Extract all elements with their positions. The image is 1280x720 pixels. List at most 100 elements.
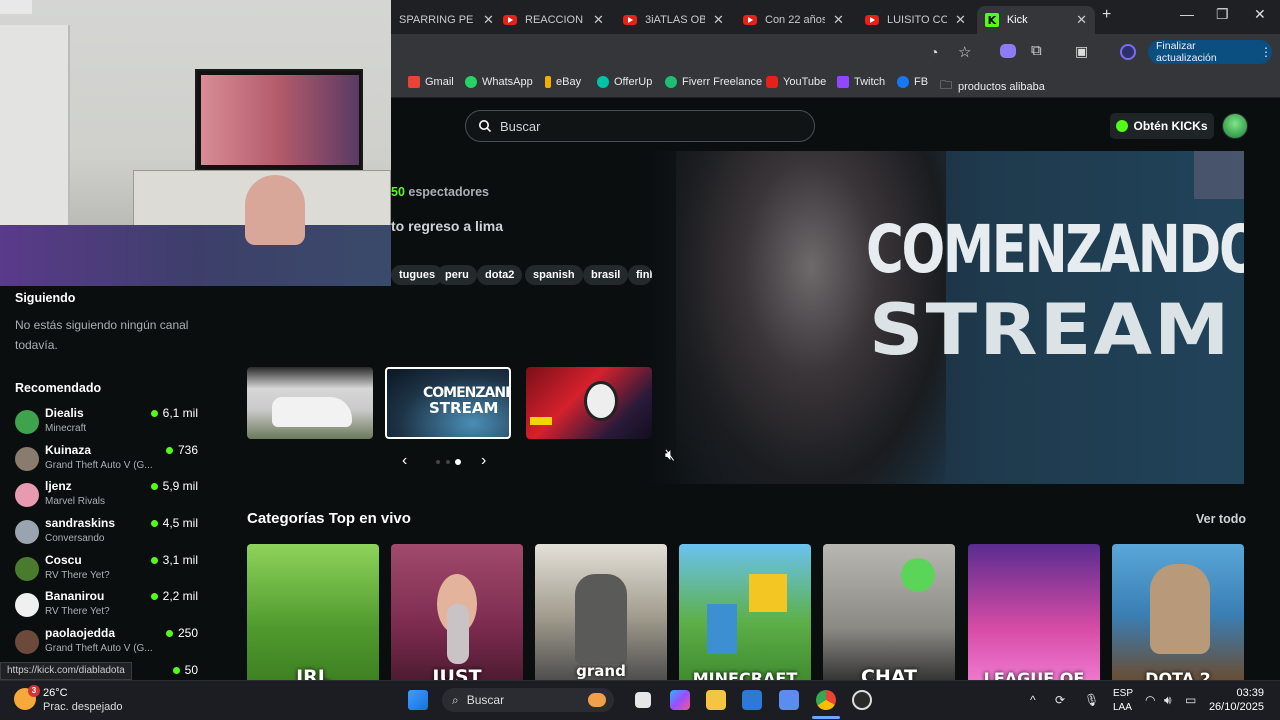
bookmark-label: FB: [914, 76, 929, 88]
live-dot-icon: [165, 630, 173, 638]
bookmark-fiverr[interactable]: Fiverr Freelance: [665, 76, 762, 88]
notepad-icon[interactable]: [779, 690, 799, 710]
puzzle-icon[interactable]: ⧉: [1031, 42, 1042, 59]
featured-stream[interactable]: COMENZANDO STREAM 🔇︎: [391, 151, 1244, 484]
recommended-channel[interactable]: Diealis Minecraft 6,1 mil: [15, 406, 215, 442]
language-secondary[interactable]: LAA: [1113, 702, 1132, 713]
carousel-thumbnail[interactable]: [526, 367, 652, 439]
search-highlight-icon: [588, 693, 606, 707]
category-card[interactable]: JUST: [391, 544, 523, 684]
language-primary[interactable]: ESP: [1113, 688, 1133, 699]
bookmark-label: OfferUp: [614, 76, 653, 88]
tag-chip[interactable]: finl: [628, 265, 652, 285]
chrome-icon[interactable]: [816, 690, 836, 710]
tab-title: REACCION a: [525, 14, 585, 26]
close-tab-icon[interactable]: ✕: [833, 12, 844, 28]
bookmark-twitch[interactable]: Twitch: [837, 76, 885, 88]
search-input[interactable]: Buscar: [465, 110, 815, 142]
sync-icon[interactable]: ⟳: [1055, 693, 1065, 707]
mute-icon[interactable]: 🔇︎: [665, 447, 675, 465]
windows-start-icon[interactable]: [408, 690, 428, 710]
taskbar-search[interactable]: ⌕ Buscar: [442, 688, 614, 712]
browser-tab[interactable]: REACCION a ✕: [495, 6, 615, 34]
tag-chip[interactable]: peru: [437, 265, 477, 285]
recommended-channel[interactable]: sandraskins Conversando 4,5 mil: [15, 516, 215, 552]
maximize-icon[interactable]: ❐: [1216, 6, 1229, 23]
app-icon[interactable]: [852, 690, 872, 710]
minimize-icon[interactable]: —: [1180, 6, 1194, 22]
close-window-icon[interactable]: ✕: [1254, 6, 1266, 23]
carousel-prev-icon[interactable]: ‹: [402, 452, 407, 470]
more-menu-icon[interactable]: ⋮: [1260, 45, 1272, 59]
bookmark-youtube[interactable]: YouTube: [766, 76, 826, 88]
green-ball-image: [901, 558, 935, 592]
carousel-dot-active[interactable]: [455, 459, 461, 465]
tag-chip[interactable]: spanish: [525, 265, 583, 285]
close-tab-icon[interactable]: ✕: [1076, 12, 1087, 28]
user-avatar[interactable]: [1222, 113, 1248, 139]
category-card[interactable]: IRL: [247, 544, 379, 684]
bookmark-offerup[interactable]: OfferUp: [597, 76, 652, 88]
extension-icon[interactable]: [1000, 44, 1016, 58]
copilot-icon[interactable]: [670, 690, 690, 710]
viewer-count-text: 250: [177, 626, 198, 640]
side-panel-icon[interactable]: ▣: [1075, 43, 1088, 60]
carousel-thumbnail[interactable]: [247, 367, 373, 439]
kick-icon: K: [985, 13, 999, 27]
recommended-channel[interactable]: paolaojedda Grand Theft Auto V (G... 250: [15, 626, 215, 662]
clock-date[interactable]: 26/10/2025: [1200, 701, 1264, 713]
see-all-link[interactable]: Ver todo: [1196, 512, 1246, 526]
carousel-dot[interactable]: [436, 460, 440, 464]
chevron-up-icon[interactable]: ^: [1030, 693, 1036, 707]
performance-icon[interactable]: ◔: [930, 44, 938, 60]
bookmark-folder[interactable]: 🗀 productos alibaba: [940, 76, 1045, 97]
battery-icon[interactable]: ▭: [1185, 693, 1196, 707]
close-tab-icon[interactable]: ✕: [955, 12, 966, 28]
search-icon: [479, 120, 492, 133]
task-view-icon[interactable]: [635, 692, 651, 708]
file-explorer-icon[interactable]: [706, 690, 726, 710]
recommended-channel[interactable]: Bananirou RV There Yet? 2,2 mil: [15, 589, 215, 625]
thumb-title: STREAM: [429, 399, 499, 417]
bookmark-whatsapp[interactable]: WhatsApp: [465, 76, 533, 88]
browser-tab[interactable]: 3iATLAS OBLI ✕: [615, 6, 735, 34]
store-icon[interactable]: [742, 690, 762, 710]
bookmark-fb[interactable]: FB: [897, 76, 928, 88]
tag-chip[interactable]: dota2: [477, 265, 523, 285]
temperature-text: 26°C: [43, 687, 68, 699]
close-tab-icon[interactable]: ✕: [713, 12, 724, 28]
clock-time[interactable]: 03:39: [1210, 687, 1264, 699]
new-tab-icon[interactable]: +: [1102, 6, 1111, 24]
wifi-icon[interactable]: ◠: [1145, 693, 1155, 707]
bookmark-star-icon[interactable]: ☆: [958, 43, 971, 61]
category-card[interactable]: CHAT: [823, 544, 955, 684]
update-button[interactable]: Finalizar actualización ⋮: [1148, 40, 1272, 64]
volume-icon[interactable]: 🔊︎: [1164, 693, 1172, 708]
carousel-dot[interactable]: [446, 460, 450, 464]
tag-chip[interactable]: tugues: [391, 265, 444, 285]
recommended-channel[interactable]: Kuinaza Grand Theft Auto V (G... 736: [15, 443, 215, 479]
category-card[interactable]: MINECRAFT: [679, 544, 811, 684]
carousel-next-icon[interactable]: ›: [481, 452, 486, 470]
category-card[interactable]: DOTA 2: [1112, 544, 1244, 684]
carousel-thumbnail-active[interactable]: COMENZANDO STREAM: [385, 367, 511, 439]
browser-tab-active[interactable]: K Kick ✕: [977, 6, 1095, 34]
browser-tab[interactable]: Con 22 años ✕: [735, 6, 855, 34]
microphone-icon[interactable]: 🎙︎: [1084, 693, 1099, 707]
bookmark-ebay[interactable]: eBay: [545, 76, 581, 88]
avatar: [15, 557, 39, 581]
bookmark-gmail[interactable]: Gmail: [408, 76, 454, 88]
recommended-channel[interactable]: ljenz Marvel Rivals 5,9 mil: [15, 479, 215, 515]
get-kicks-button[interactable]: Obtén KICKs: [1110, 113, 1214, 139]
browser-tab[interactable]: SPARRING PE ✕: [391, 6, 511, 34]
category-card[interactable]: LEAGUE OF: [968, 544, 1100, 684]
close-tab-icon[interactable]: ✕: [593, 12, 604, 28]
recommended-channel[interactable]: Coscu RV There Yet? 3,1 mil: [15, 553, 215, 589]
category-card[interactable]: grand: [535, 544, 667, 684]
channel-category: RV There Yet?: [45, 570, 110, 581]
profile-icon[interactable]: [1120, 44, 1136, 60]
tag-chip[interactable]: brasil: [583, 265, 629, 285]
browser-tab[interactable]: LUISITO COM ✕: [857, 6, 977, 34]
get-kicks-label: Obtén KICKs: [1133, 119, 1208, 133]
close-tab-icon[interactable]: ✕: [483, 12, 494, 28]
